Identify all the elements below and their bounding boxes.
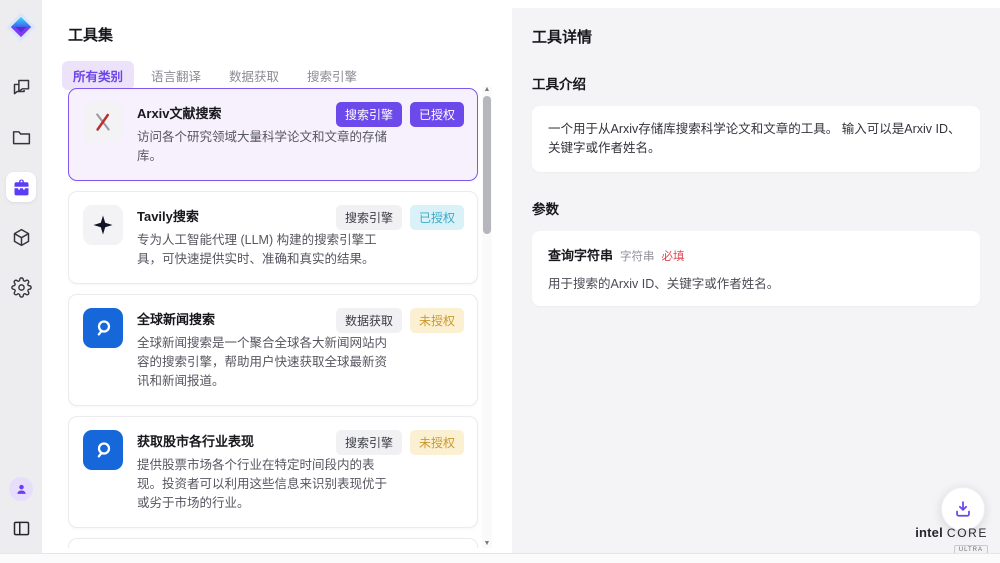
user-avatar[interactable] <box>9 477 33 501</box>
params-heading: 参数 <box>532 198 980 218</box>
param-description: 用于搜索的Arxiv ID、关键字或作者姓名。 <box>548 273 964 292</box>
tab-search-engine[interactable]: 搜索引擎 <box>296 61 368 90</box>
download-button[interactable] <box>941 487 985 531</box>
tool-description: 专为人工智能代理 (LLM) 构建的搜索引擎工具，可快速提供实时、准确和真实的结… <box>137 231 399 270</box>
tool-card[interactable]: 全球新闻搜索 全球新闻搜索是一个聚合全球各大新闻网站内容的搜索引擎，帮助用户快速… <box>68 294 478 406</box>
q-blue-icon <box>83 308 123 348</box>
authorization-badge: 未授权 <box>410 308 464 333</box>
sidebar-item-folder-icon[interactable] <box>6 122 36 152</box>
tool-description: 全球新闻搜索是一个聚合全球各大新闻网站内容的搜索引擎，帮助用户快速获取全球最新资… <box>137 334 399 392</box>
intro-box: 一个用于从Arxiv存储库搜索科学论文和文章的工具。 输入可以是Arxiv ID… <box>532 106 980 172</box>
page-title: 工具集 <box>68 24 512 45</box>
brand-intel-text: intel <box>915 526 943 539</box>
category-badge: 数据获取 <box>336 308 402 333</box>
tool-description: 访问各个研究领域大量科学论文和文章的存储库。 <box>137 128 399 167</box>
param-box: 查询字符串 字符串 必填 用于搜索的Arxiv ID、关键字或作者姓名。 <box>532 231 980 306</box>
brand-core-text: core <box>947 527 988 539</box>
tool-card[interactable]: 获取股市各行业表现 提供股票市场各个行业在特定时间段内的表现。投资者可以利用这些… <box>68 416 478 528</box>
list-scrollbar[interactable]: ▲ ▼ <box>482 86 492 548</box>
tool-list: Arxiv文献搜索 访问各个研究领域大量科学论文和文章的存储库。 搜索引擎 已授… <box>68 88 520 548</box>
tool-details-panel: 工具详情 工具介绍 一个用于从Arxiv存储库搜索科学论文和文章的工具。 输入可… <box>512 8 1000 553</box>
sidebar-rail <box>0 0 42 553</box>
details-title: 工具详情 <box>532 26 980 47</box>
category-badge: 搜索引擎 <box>336 205 402 230</box>
category-tabs: 所有类别语言翻译数据获取搜索引擎 <box>62 61 512 90</box>
tab-data-acquisition[interactable]: 数据获取 <box>218 61 290 90</box>
category-badge: 搜索引擎 <box>336 430 402 455</box>
scrollbar-thumb[interactable] <box>483 96 491 234</box>
intro-heading: 工具介绍 <box>532 73 980 93</box>
tavily-icon <box>83 205 123 245</box>
scroll-up-icon[interactable]: ▲ <box>482 86 492 94</box>
tab-language-translation[interactable]: 语言翻译 <box>140 61 212 90</box>
param-required-flag: 必填 <box>662 248 685 264</box>
authorization-badge: 未授权 <box>410 430 464 455</box>
tool-card[interactable]: Tavily搜索 专为人工智能代理 (LLM) 构建的搜索引擎工具，可快速提供实… <box>68 191 478 284</box>
window-bottom-edge <box>0 553 1000 563</box>
authorization-badge: 已授权 <box>410 102 464 127</box>
panel-toggle-icon[interactable] <box>6 513 36 543</box>
authorization-badge: 已授权 <box>410 205 464 230</box>
sidebar-item-cube-icon[interactable] <box>6 222 36 252</box>
param-type: 字符串 <box>620 248 655 264</box>
q-blue-icon <box>83 430 123 470</box>
sidebar-items <box>6 72 36 302</box>
tool-card[interactable]: Arxiv文献搜索 访问各个研究领域大量科学论文和文章的存储库。 搜索引擎 已授… <box>68 88 478 181</box>
sidebar-item-toolbox-icon[interactable] <box>6 172 36 202</box>
tool-card[interactable]: 获取市场最活跃股票信息 提供当天交易量最高的股票列表，投资者可以利用这些信息来识… <box>68 538 478 548</box>
sidebar-bottom <box>6 477 36 543</box>
tools-panel: 工具集 所有类别语言翻译数据获取搜索引擎 Arxiv文献搜索 访问各个研究领域大… <box>42 0 512 553</box>
app-logo-icon[interactable] <box>6 12 36 42</box>
category-badge: 搜索引擎 <box>336 102 402 127</box>
scroll-down-icon[interactable]: ▼ <box>482 540 492 548</box>
sidebar-item-settings-icon[interactable] <box>6 272 36 302</box>
sidebar-item-chat-icon[interactable] <box>6 72 36 102</box>
tool-description: 提供股票市场各个行业在特定时间段内的表现。投资者可以利用这些信息来识别表现优于或… <box>137 456 399 514</box>
intel-core-logo: intel core ultra <box>915 526 988 555</box>
intro-text: 一个用于从Arxiv存储库搜索科学论文和文章的工具。 输入可以是Arxiv ID… <box>548 120 964 158</box>
arxiv-icon <box>83 102 123 142</box>
param-name: 查询字符串 <box>548 245 613 264</box>
app-window: 工具集 所有类别语言翻译数据获取搜索引擎 Arxiv文献搜索 访问各个研究领域大… <box>0 0 1000 563</box>
tab-all-categories[interactable]: 所有类别 <box>62 61 134 90</box>
